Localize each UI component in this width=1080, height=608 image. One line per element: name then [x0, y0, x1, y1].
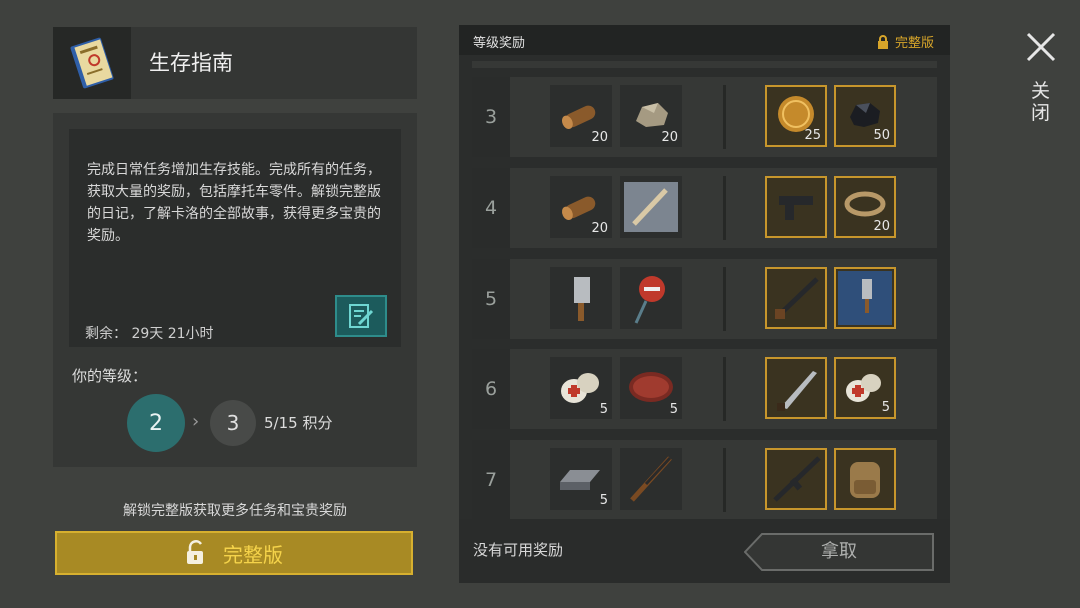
- bandage-icon[interactable]: 5: [550, 357, 612, 419]
- divider: [723, 448, 726, 512]
- reward-row-level-4: 4 20 20: [472, 168, 937, 248]
- rifle-icon[interactable]: [620, 448, 682, 510]
- close-label[interactable]: 关闭: [1031, 80, 1051, 124]
- row-level-number: 6: [472, 349, 510, 429]
- item-count: 20: [591, 221, 608, 236]
- current-level-badge: 2: [127, 394, 185, 452]
- level-rewards-panel[interactable]: 等级奖励 完整版 3 20 20 25 50 4 20 20 5 6 5 5 5…: [459, 25, 950, 583]
- log-icon[interactable]: 20: [550, 85, 612, 147]
- item-count: 5: [669, 402, 678, 417]
- diary-edit-icon: [349, 304, 374, 328]
- reward-row-level-7: 7 5: [472, 440, 937, 520]
- bandage-icon[interactable]: 5: [834, 357, 896, 419]
- item-count: 50: [873, 128, 890, 143]
- shotgun-icon[interactable]: [765, 267, 827, 329]
- diary-button[interactable]: [335, 295, 387, 337]
- take-button-label: 拿取: [821, 541, 857, 562]
- full-version-tag-label: 完整版: [894, 36, 934, 51]
- item-count: 25: [804, 128, 821, 143]
- rewards-title: 等级奖励: [473, 36, 526, 51]
- assault-rifle-icon[interactable]: [765, 448, 827, 510]
- remaining-time: 剩余： 29天 21小时: [85, 326, 214, 342]
- rewards-footer: 没有可用奖励 拿取: [459, 519, 950, 583]
- full-version-label: 完整版: [223, 542, 283, 567]
- full-version-tag: 完整版: [877, 32, 934, 51]
- item-count: 5: [599, 402, 608, 417]
- pistol-icon[interactable]: [765, 176, 827, 238]
- take-button[interactable]: 拿取: [744, 533, 934, 571]
- row-level-number: 3: [472, 77, 510, 157]
- rope-icon[interactable]: 20: [834, 176, 896, 238]
- previous-row-fragment: [472, 61, 937, 68]
- unlock-icon: [187, 540, 203, 564]
- divider: [723, 176, 726, 240]
- divider: [723, 267, 726, 331]
- row-level-number: 5: [472, 259, 510, 339]
- guide-description: 完成日常任务增加生存技能。完成所有的任务，获取大量的奖励，包括摩托车零件。解锁完…: [87, 162, 381, 244]
- coal-icon[interactable]: 50: [834, 85, 896, 147]
- divider: [723, 85, 726, 149]
- item-count: 20: [873, 219, 890, 234]
- steak-icon[interactable]: 5: [620, 357, 682, 419]
- no-reward-text: 没有可用奖励: [473, 541, 564, 559]
- rewards-header: 等级奖励 完整版: [459, 25, 950, 55]
- iron-bar-icon[interactable]: 5: [550, 448, 612, 510]
- guide-title: 生存指南: [149, 51, 233, 75]
- cleaver-blueprint-icon[interactable]: [834, 267, 896, 329]
- reward-row-level-3: 3 20 20 25 50: [472, 77, 937, 157]
- backpack-icon[interactable]: [834, 448, 896, 510]
- divider: [723, 357, 726, 421]
- item-count: 20: [661, 130, 678, 145]
- level-label: 你的等级：: [72, 367, 148, 385]
- guide-header: 生存指南: [53, 27, 417, 99]
- survival-guide-book-icon: [53, 27, 131, 99]
- item-count: 5: [881, 400, 890, 415]
- description-box: 完成日常任务增加生存技能。完成所有的任务，获取大量的奖励，包括摩托车零件。解锁完…: [69, 129, 401, 347]
- level-points: 5/15 积分: [264, 414, 333, 432]
- bat-blueprint-icon[interactable]: [620, 176, 682, 238]
- next-level-badge: 3: [210, 400, 256, 446]
- coin-icon[interactable]: 25: [765, 85, 827, 147]
- lock-icon: [877, 34, 888, 49]
- stone-icon[interactable]: 20: [620, 85, 682, 147]
- log-icon[interactable]: 20: [550, 176, 612, 238]
- reward-row-level-6: 6 5 5 5: [472, 349, 937, 429]
- stop-sign-icon[interactable]: [620, 267, 682, 329]
- item-count: 5: [599, 493, 608, 508]
- reward-row-level-5: 5: [472, 259, 937, 339]
- machete-icon[interactable]: [765, 357, 827, 419]
- cleaver-icon[interactable]: [550, 267, 612, 329]
- unlock-note: 解锁完整版获取更多任务和宝贵奖励: [123, 503, 347, 519]
- item-count: 20: [591, 130, 608, 145]
- guide-info-panel: 完成日常任务增加生存技能。完成所有的任务，获取大量的奖励，包括摩托车零件。解锁完…: [53, 113, 417, 467]
- full-version-button[interactable]: 完整版: [55, 531, 413, 575]
- chevron-right-icon: ›: [192, 411, 200, 432]
- row-level-number: 7: [472, 440, 510, 520]
- close-icon[interactable]: [1022, 28, 1060, 66]
- row-level-number: 4: [472, 168, 510, 248]
